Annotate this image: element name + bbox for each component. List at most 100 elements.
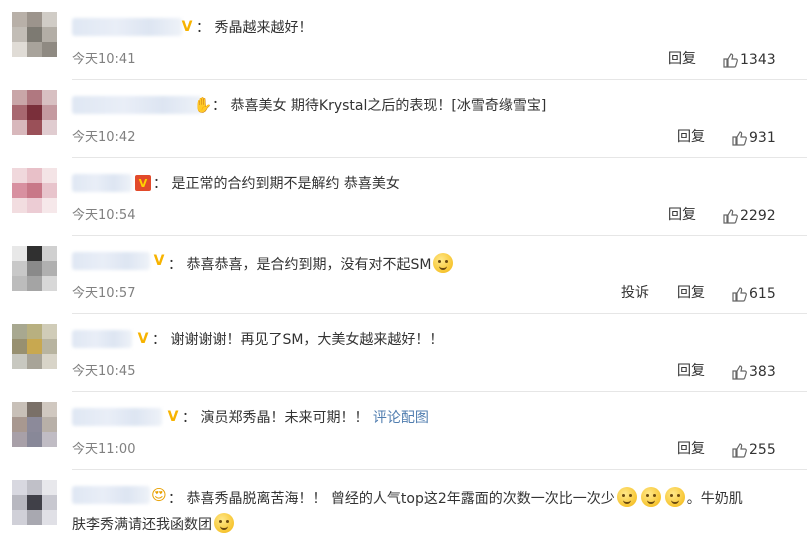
avatar-pixel: [27, 354, 42, 369]
comment-item: V ： 谢谢谢谢！再见了SM，大美女越来越好！！ 今天10:45 回复 383: [0, 312, 807, 390]
username-blurred[interactable]: [72, 330, 132, 348]
username-blurred[interactable]: [72, 486, 150, 504]
avatar-pixel: [12, 339, 27, 354]
thumbs-up-icon: [732, 131, 747, 146]
avatar-pixel: [27, 402, 42, 417]
like-button[interactable]: 931: [731, 129, 776, 147]
avatar-pixel: [42, 417, 57, 432]
avatar-pixel: [42, 120, 57, 135]
avatar-pixel: [12, 120, 27, 135]
avatar[interactable]: [12, 324, 57, 369]
comment-text: ： 恭喜美女 期待Krystal之后的表现！[冰雪奇缘雪宝]: [212, 98, 547, 114]
username-blurred[interactable]: [72, 96, 202, 114]
like-count: 615: [749, 286, 776, 302]
comment-item: V ： 演员郑秀晶！未来可期！！ 评论配图 今天11:00 回复 255: [0, 390, 807, 468]
report-button[interactable]: 投诉: [621, 284, 649, 302]
vip-icon: V: [137, 331, 149, 347]
avatar-pixel: [27, 168, 42, 183]
avatar-pixel: [27, 120, 42, 135]
comment-item: V ： 秀晶越来越好！ 今天10:41 回复 1343: [0, 0, 807, 78]
thumbs-up-icon: [732, 443, 747, 458]
avatar-pixel: [12, 183, 27, 198]
like-button[interactable]: 615: [731, 285, 776, 303]
avatar-pixel: [12, 42, 27, 57]
reply-button[interactable]: 回复: [677, 284, 705, 302]
avatar-pixel: [42, 402, 57, 417]
avatar-pixel: [42, 261, 57, 276]
reply-button[interactable]: 回复: [668, 206, 696, 224]
avatar-pixel: [42, 480, 57, 495]
avatar-pixel: [42, 12, 57, 27]
username-blurred[interactable]: [72, 408, 162, 426]
avatar[interactable]: [12, 168, 57, 213]
reply-button[interactable]: 回复: [677, 362, 705, 380]
comment-item: ✋ ： 恭喜美女 期待Krystal之后的表现！[冰雪奇缘雪宝] 今天10:42…: [0, 78, 807, 156]
comment-time: 今天10:42: [72, 130, 136, 145]
like-button[interactable]: 255: [731, 441, 776, 459]
avatar-pixel: [27, 417, 42, 432]
heart-eyes-emoji-icon: 😍: [151, 485, 167, 504]
avatar[interactable]: [12, 402, 57, 447]
avatar[interactable]: [12, 246, 57, 291]
avatar-pixel: [12, 276, 27, 291]
avatar-pixel: [42, 246, 57, 261]
avatar-pixel: [27, 261, 42, 276]
avatar-pixel: [27, 12, 42, 27]
vip-icon: V: [167, 409, 179, 425]
avatar-pixel: [27, 42, 42, 57]
cat-emoji-icon: [433, 253, 454, 273]
avatar-pixel: [42, 354, 57, 369]
avatar-pixel: [12, 480, 27, 495]
thumbs-up-icon: [732, 287, 747, 302]
avatar-pixel: [27, 480, 42, 495]
comment-text-line2: 肤李秀满请还我函数团: [72, 513, 236, 534]
avatar[interactable]: [12, 12, 57, 57]
reply-button[interactable]: 回复: [677, 128, 705, 146]
comment-time: 今天10:54: [72, 208, 136, 223]
avatar-pixel: [12, 324, 27, 339]
like-button[interactable]: 2292: [722, 207, 776, 225]
comment-text-body: ： 演员郑秀晶！未来可期！！: [182, 410, 369, 426]
avatar-pixel: [12, 402, 27, 417]
avatar-pixel: [12, 12, 27, 27]
avatar-pixel: [27, 90, 42, 105]
comment-image-link[interactable]: 评论配图: [373, 410, 429, 426]
avatar-pixel: [42, 495, 57, 510]
comment-text: ： 恭喜秀晶脱离苦海！！ 曾经的人气top这2年露面的次数一次比一次少 。牛奶肌: [168, 487, 743, 508]
hand-emoji-icon: ✋: [193, 95, 213, 114]
avatar-pixel: [12, 510, 27, 525]
avatar[interactable]: [12, 480, 57, 525]
avatar-pixel: [12, 417, 27, 432]
avatar-pixel: [12, 27, 27, 42]
avatar-pixel: [12, 495, 27, 510]
comment-text: ： 是正常的合约到期不是解约 恭喜美女: [153, 176, 400, 192]
like-count: 255: [749, 442, 776, 458]
avatar-pixel: [42, 276, 57, 291]
comment-time: 今天10:41: [72, 52, 136, 67]
avatar-pixel: [27, 339, 42, 354]
username-blurred[interactable]: [72, 174, 132, 192]
avatar-pixel: [12, 432, 27, 447]
comment-text-tail: 。牛奶肌: [686, 491, 743, 507]
reply-button[interactable]: 回复: [677, 440, 705, 458]
avatar-pixel: [42, 168, 57, 183]
vip-icon: V: [153, 253, 165, 269]
avatar[interactable]: [12, 90, 57, 135]
like-button[interactable]: 1343: [722, 51, 776, 69]
avatar-pixel: [12, 105, 27, 120]
avatar-pixel: [42, 27, 57, 42]
smile-emoji-icon: [640, 487, 661, 507]
avatar-pixel: [27, 324, 42, 339]
avatar-pixel: [12, 354, 27, 369]
username-blurred[interactable]: [72, 18, 182, 36]
avatar-pixel: [27, 198, 42, 213]
avatar-pixel: [12, 246, 27, 261]
like-button[interactable]: 383: [731, 363, 776, 381]
thinking-emoji-icon: [214, 513, 234, 533]
comment-text: ： 谢谢谢谢！再见了SM，大美女越来越好！！: [152, 332, 444, 348]
comment-text: ： 演员郑秀晶！未来可期！！ 评论配图: [182, 409, 429, 427]
username-blurred[interactable]: [72, 252, 150, 270]
avatar-pixel: [12, 168, 27, 183]
reply-button[interactable]: 回复: [668, 50, 696, 68]
avatar-pixel: [42, 510, 57, 525]
